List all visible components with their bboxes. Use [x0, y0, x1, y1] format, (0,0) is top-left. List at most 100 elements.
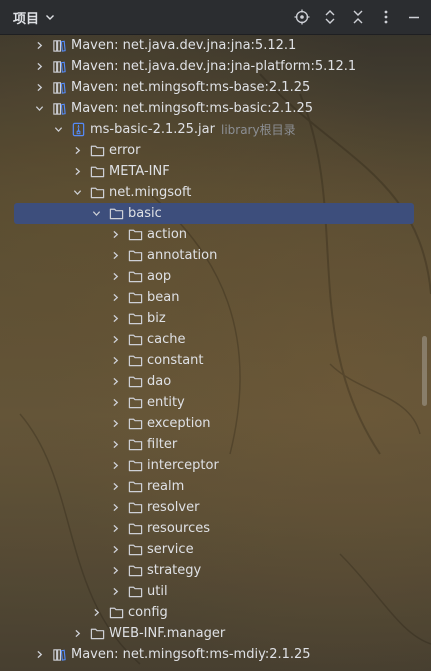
- tree-row[interactable]: META-INF: [0, 161, 431, 182]
- tree-row[interactable]: Maven: net.java.dev.jna:jna-platform:5.1…: [0, 56, 431, 77]
- tree-row[interactable]: Maven: net.mingsoft:ms-mdiy:2.1.25: [0, 644, 431, 665]
- library-icon: [51, 101, 67, 117]
- tree-row[interactable]: realm: [0, 476, 431, 497]
- tree-row-label: util: [147, 584, 168, 599]
- tree-row[interactable]: error: [0, 140, 431, 161]
- tree-row[interactable]: Maven: net.java.dev.jna:jna:5.12.1: [0, 35, 431, 56]
- folder-icon: [127, 374, 143, 390]
- chevron-right-icon[interactable]: [109, 376, 121, 388]
- tree-row-label: Maven: net.mingsoft:ms-base:2.1.25: [71, 80, 311, 95]
- tree-row-label: constant: [147, 353, 204, 368]
- tree-row[interactable]: net.mingsoft: [0, 182, 431, 203]
- folder-icon: [127, 437, 143, 453]
- folder-icon: [108, 605, 124, 621]
- tree-row[interactable]: filter: [0, 434, 431, 455]
- hide-panel-icon[interactable]: [405, 8, 423, 26]
- tree-row[interactable]: bean: [0, 287, 431, 308]
- tree-row[interactable]: dao: [0, 371, 431, 392]
- chevron-right-icon[interactable]: [33, 61, 45, 73]
- chevron-right-icon[interactable]: [109, 397, 121, 409]
- tree-row[interactable]: biz: [0, 308, 431, 329]
- panel-title: 项目: [13, 11, 40, 27]
- chevron-down-icon: [46, 15, 55, 20]
- tree-row[interactable]: cache: [0, 329, 431, 350]
- chevron-right-icon[interactable]: [109, 481, 121, 493]
- folder-icon: [127, 353, 143, 369]
- tree-row-hint: library根目录: [220, 123, 296, 137]
- chevron-right-icon[interactable]: [109, 565, 121, 577]
- collapse-all-icon[interactable]: [349, 8, 367, 26]
- tree-row-label: cache: [147, 332, 186, 347]
- chevron-right-icon[interactable]: [33, 82, 45, 94]
- tree-row[interactable]: Maven: net.mingsoft:ms-basic:2.1.25: [0, 98, 431, 119]
- tree-row[interactable]: exception: [0, 413, 431, 434]
- tree-row-label: Maven: net.mingsoft:ms-basic:2.1.25: [71, 101, 314, 116]
- tree-row[interactable]: basic: [0, 203, 431, 224]
- folder-icon: [89, 143, 105, 159]
- tree-row[interactable]: aop: [0, 266, 431, 287]
- folder-icon: [127, 269, 143, 285]
- chevron-right-icon[interactable]: [109, 544, 121, 556]
- chevron-right-icon[interactable]: [109, 418, 121, 430]
- tree-row[interactable]: util: [0, 581, 431, 602]
- chevron-right-icon[interactable]: [71, 145, 83, 157]
- folder-icon: [127, 584, 143, 600]
- tree-row-label: realm: [147, 479, 185, 494]
- library-icon: [51, 647, 67, 663]
- chevron-right-icon[interactable]: [33, 649, 45, 661]
- library-icon: [51, 38, 67, 54]
- tree-row[interactable]: strategy: [0, 560, 431, 581]
- chevron-right-icon[interactable]: [109, 250, 121, 262]
- locate-icon[interactable]: [293, 8, 311, 26]
- folder-icon: [127, 542, 143, 558]
- chevron-right-icon[interactable]: [90, 607, 102, 619]
- chevron-right-icon[interactable]: [109, 355, 121, 367]
- library-icon: [51, 59, 67, 75]
- vertical-scrollbar[interactable]: [422, 336, 427, 406]
- tree-row[interactable]: Maven: net.mingsoft:ms-base:2.1.25: [0, 77, 431, 98]
- chevron-down-icon[interactable]: [52, 124, 64, 136]
- tree-row[interactable]: interceptor: [0, 455, 431, 476]
- folder-icon: [127, 479, 143, 495]
- folder-icon: [89, 164, 105, 180]
- tree-row[interactable]: service: [0, 539, 431, 560]
- chevron-right-icon[interactable]: [109, 313, 121, 325]
- project-panel-header: 项目: [0, 0, 431, 35]
- chevron-right-icon[interactable]: [71, 628, 83, 640]
- tree-row[interactable]: entity: [0, 392, 431, 413]
- tree-row-label: resolver: [147, 500, 200, 515]
- chevron-right-icon[interactable]: [109, 439, 121, 451]
- folder-icon: [127, 332, 143, 348]
- project-view-selector[interactable]: 项目: [13, 8, 55, 27]
- chevron-right-icon[interactable]: [109, 460, 121, 472]
- tree-row[interactable]: action: [0, 224, 431, 245]
- chevron-right-icon[interactable]: [109, 292, 121, 304]
- tree-row[interactable]: annotation: [0, 245, 431, 266]
- tree-row[interactable]: constant: [0, 350, 431, 371]
- chevron-down-icon[interactable]: [90, 208, 102, 220]
- chevron-right-icon[interactable]: [71, 166, 83, 178]
- chevron-right-icon[interactable]: [109, 523, 121, 535]
- tree-row[interactable]: WEB-INF.manager: [0, 623, 431, 644]
- chevron-down-icon[interactable]: [33, 103, 45, 115]
- chevron-right-icon[interactable]: [109, 229, 121, 241]
- chevron-right-icon[interactable]: [109, 586, 121, 598]
- tree-row-label: net.mingsoft: [109, 185, 192, 200]
- project-tree: Maven: net.java.dev.jna:jna:5.12.1 Maven:…: [0, 35, 431, 671]
- tree-row-label: strategy: [147, 563, 202, 578]
- expand-all-icon[interactable]: [321, 8, 339, 26]
- tree-row[interactable]: resources: [0, 518, 431, 539]
- tree-row[interactable]: config: [0, 602, 431, 623]
- tree-row[interactable]: resolver: [0, 497, 431, 518]
- chevron-right-icon[interactable]: [33, 40, 45, 52]
- tree-row-label: biz: [147, 311, 166, 326]
- chevron-right-icon[interactable]: [109, 334, 121, 346]
- folder-icon: [127, 290, 143, 306]
- chevron-right-icon[interactable]: [109, 271, 121, 283]
- chevron-down-icon[interactable]: [71, 187, 83, 199]
- tree-row-label: annotation: [147, 248, 218, 263]
- tree-row[interactable]: ms-basic-2.1.25.jar library根目录: [0, 119, 431, 140]
- tree-row-label: ms-basic-2.1.25.jar: [90, 122, 215, 137]
- chevron-right-icon[interactable]: [109, 502, 121, 514]
- more-options-icon[interactable]: [377, 8, 395, 26]
